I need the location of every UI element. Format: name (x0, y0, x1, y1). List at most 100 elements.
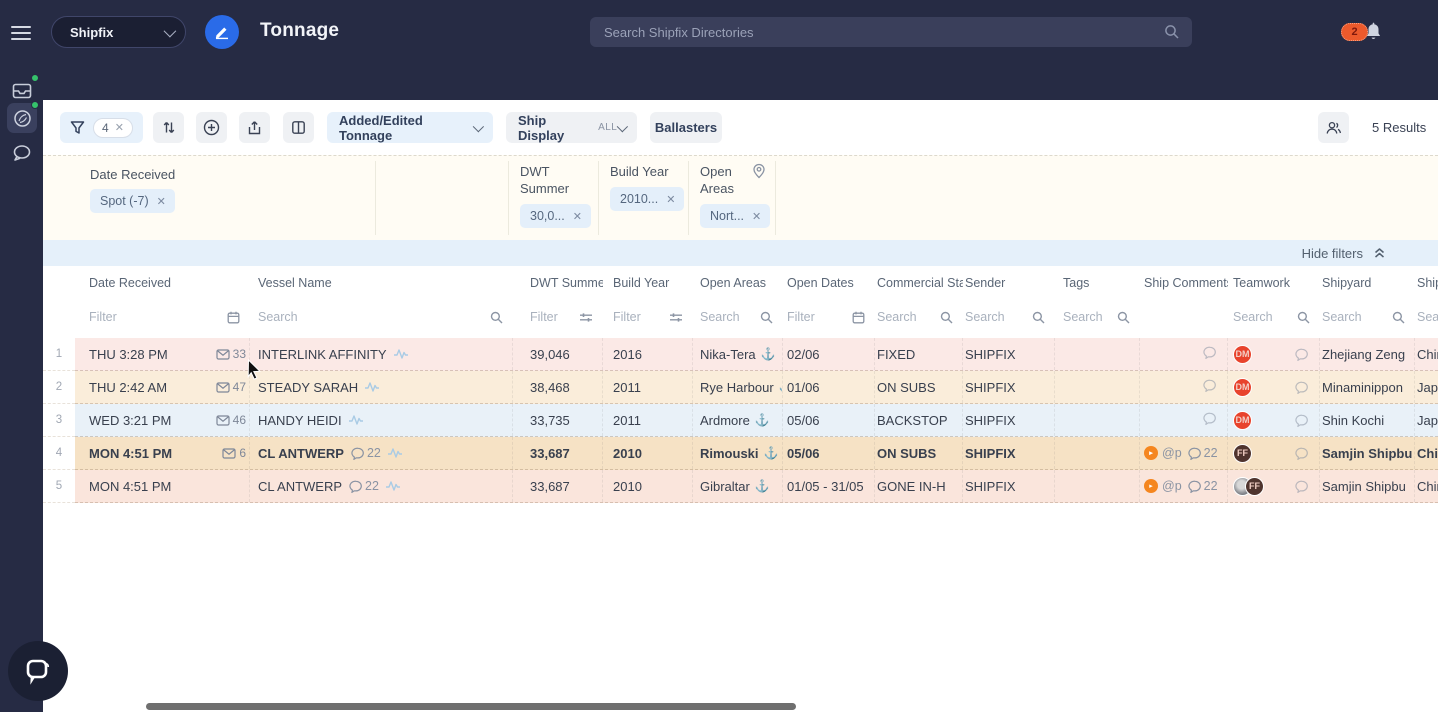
vessel-comment-count[interactable]: 22 (349, 479, 379, 493)
funnel-icon (70, 120, 85, 135)
filter-chip-date-received[interactable]: Spot (-7)✕ (90, 189, 175, 213)
table-row[interactable]: 4MON 4:51 PM6CL ANTWERP2233,6872010Rimou… (43, 437, 1438, 470)
hide-filters-bar: Hide filters (43, 240, 1438, 266)
orange-tag-icon[interactable]: ▸ (1144, 446, 1158, 460)
column-filter-sender[interactable]: Search (963, 300, 1055, 334)
column-filter-build-year[interactable]: Filter (603, 300, 693, 334)
activity-sparkline-icon[interactable] (393, 348, 409, 360)
cell-shipyard-country: Japan (1415, 404, 1438, 436)
global-search-input[interactable]: Search Shipfix Directories (590, 17, 1192, 47)
chat-widget-button[interactable] (8, 641, 68, 701)
add-comment-icon[interactable] (1203, 379, 1217, 395)
hide-filters-link[interactable]: Hide filters (1302, 246, 1363, 261)
cell-vessel-name: CL ANTWERP22 (250, 470, 513, 502)
column-filter-open-areas[interactable]: Search (693, 300, 783, 334)
sort-button[interactable] (153, 112, 184, 143)
remove-chip-icon[interactable]: ✕ (666, 193, 675, 206)
ship-comment-count[interactable]: 22 (1188, 479, 1218, 493)
added-edited-dropdown[interactable]: Added/Edited Tonnage (327, 112, 493, 143)
remove-chip-icon[interactable]: ✕ (157, 195, 166, 208)
email-count[interactable]: 47 (216, 380, 249, 394)
columns-button[interactable] (283, 112, 314, 143)
email-count[interactable]: 33 (216, 347, 249, 361)
vessel-comment-count[interactable]: 22 (351, 446, 381, 460)
add-teamwork-comment-icon[interactable] (1295, 447, 1319, 460)
remove-chip-icon[interactable]: ✕ (573, 210, 582, 223)
column-label: DWT Summer (530, 276, 603, 290)
column-filter-shipyard-country[interactable]: Search (1415, 300, 1438, 334)
cell-open-dates: 01/05 - 31/05 (783, 470, 875, 502)
column-header-ship-comments[interactable]: Ship Comments (1140, 266, 1228, 300)
ship-display-dropdown[interactable]: Ship Display ALL (506, 112, 637, 143)
email-count[interactable]: 46 (216, 413, 249, 427)
table-row[interactable]: 1THU 3:28 PM33INTERLINK AFFINITY39,04620… (43, 338, 1438, 371)
add-teamwork-comment-icon[interactable] (1295, 381, 1319, 394)
column-filter-shipyard[interactable]: Search (1320, 300, 1415, 334)
column-filter-dwt-summer[interactable]: Filter (513, 300, 603, 334)
teamwork-users-button[interactable] (1318, 112, 1349, 143)
tonnage-icon (13, 109, 32, 128)
add-comment-icon[interactable] (1203, 346, 1217, 362)
remove-chip-icon[interactable]: ✕ (752, 210, 761, 223)
column-header-open-dates[interactable]: Open Dates (783, 266, 875, 300)
column-header-teamwork[interactable]: Teamwork (1228, 266, 1320, 300)
hamburger-menu-button[interactable] (11, 26, 31, 40)
column-header-date-received[interactable]: Date Received (75, 266, 250, 300)
filter-chip-dwt[interactable]: 30,0...✕ (520, 204, 591, 228)
teamwork-avatar[interactable]: DM (1233, 345, 1252, 364)
column-filter-tags[interactable]: Search (1055, 300, 1140, 334)
filter-count-pill[interactable]: 4 ✕ (93, 118, 133, 138)
column-header-shipyard[interactable]: Shipyard (1320, 266, 1415, 300)
add-teamwork-comment-icon[interactable] (1295, 480, 1319, 493)
filter-chip-build-year[interactable]: 2010...✕ (610, 187, 684, 211)
chevrons-up-icon[interactable] (1373, 246, 1386, 260)
column-filter-vessel-name[interactable]: Search (250, 300, 513, 334)
filters-button[interactable]: 4 ✕ (60, 112, 143, 143)
table-row[interactable]: 3WED 3:21 PM46HANDY HEIDI33,7352011Ardmo… (43, 404, 1438, 437)
activity-sparkline-icon[interactable] (348, 414, 364, 426)
email-count[interactable]: 6 (222, 446, 249, 460)
ballasters-button[interactable]: Ballasters (650, 112, 722, 143)
column-filter-commercial-status[interactable]: Search (875, 300, 963, 334)
column-header-commercial-status[interactable]: Commercial Status (875, 266, 963, 300)
add-comment-icon[interactable] (1203, 412, 1217, 428)
teamwork-avatar[interactable]: DM (1233, 411, 1252, 430)
column-header-build-year[interactable]: Build Year (603, 266, 693, 300)
ship-comment-count[interactable]: 22 (1188, 446, 1218, 460)
compose-button[interactable] (205, 15, 239, 49)
page-title: Tonnage (260, 20, 339, 42)
column-filter-teamwork[interactable]: Search (1228, 300, 1320, 334)
clear-filters-icon[interactable]: ✕ (115, 121, 124, 134)
sidebar-item-tonnage[interactable] (7, 103, 37, 133)
add-button[interactable] (196, 112, 227, 143)
add-teamwork-comment-icon[interactable] (1295, 414, 1319, 427)
export-button[interactable] (239, 112, 270, 143)
column-header-shipyard-country[interactable]: Shipyard Country (1415, 266, 1438, 300)
orange-tag-icon[interactable]: ▸ (1144, 479, 1158, 493)
workspace-dropdown[interactable]: Shipfix (51, 16, 186, 48)
table-row[interactable]: 5MON 4:51 PMCL ANTWERP2233,6872010Gibral… (43, 470, 1438, 503)
filter-chip-open-areas[interactable]: Nort...✕ (700, 204, 770, 228)
table-row[interactable]: 2THU 2:42 AM47STEADY SARAH38,4682011Rye … (43, 371, 1438, 404)
column-header-tags[interactable]: Tags (1055, 266, 1140, 300)
column-header-sender[interactable]: Sender (963, 266, 1055, 300)
add-teamwork-comment-icon[interactable] (1295, 348, 1319, 361)
cell-date-received: MON 4:51 PM (75, 470, 250, 502)
column-header-dwt-summer[interactable]: DWT Summer (513, 266, 603, 300)
activity-sparkline-icon[interactable] (387, 447, 403, 459)
notification-count-badge[interactable]: 2 (1341, 23, 1368, 41)
column-header-open-areas[interactable]: Open Areas (693, 266, 783, 300)
activity-sparkline-icon[interactable] (364, 381, 380, 393)
activity-sparkline-icon[interactable] (385, 480, 401, 492)
teamwork-avatar[interactable]: DM (1233, 378, 1252, 397)
horizontal-scrollbar[interactable] (146, 703, 796, 710)
cell-teamwork: DM (1228, 404, 1320, 436)
sidebar-item-chat[interactable] (7, 138, 37, 168)
column-label: Commercial Status (877, 276, 963, 290)
teamwork-avatar[interactable]: FF (1245, 477, 1264, 496)
column-filter-date-received[interactable]: Filter (75, 300, 250, 334)
column-header-vessel-name[interactable]: Vessel Name (250, 266, 513, 300)
column-filter-open-dates[interactable]: Filter (783, 300, 875, 334)
teamwork-avatar[interactable]: FF (1233, 444, 1252, 463)
cell-commercial-status: ON SUBS (875, 371, 963, 403)
